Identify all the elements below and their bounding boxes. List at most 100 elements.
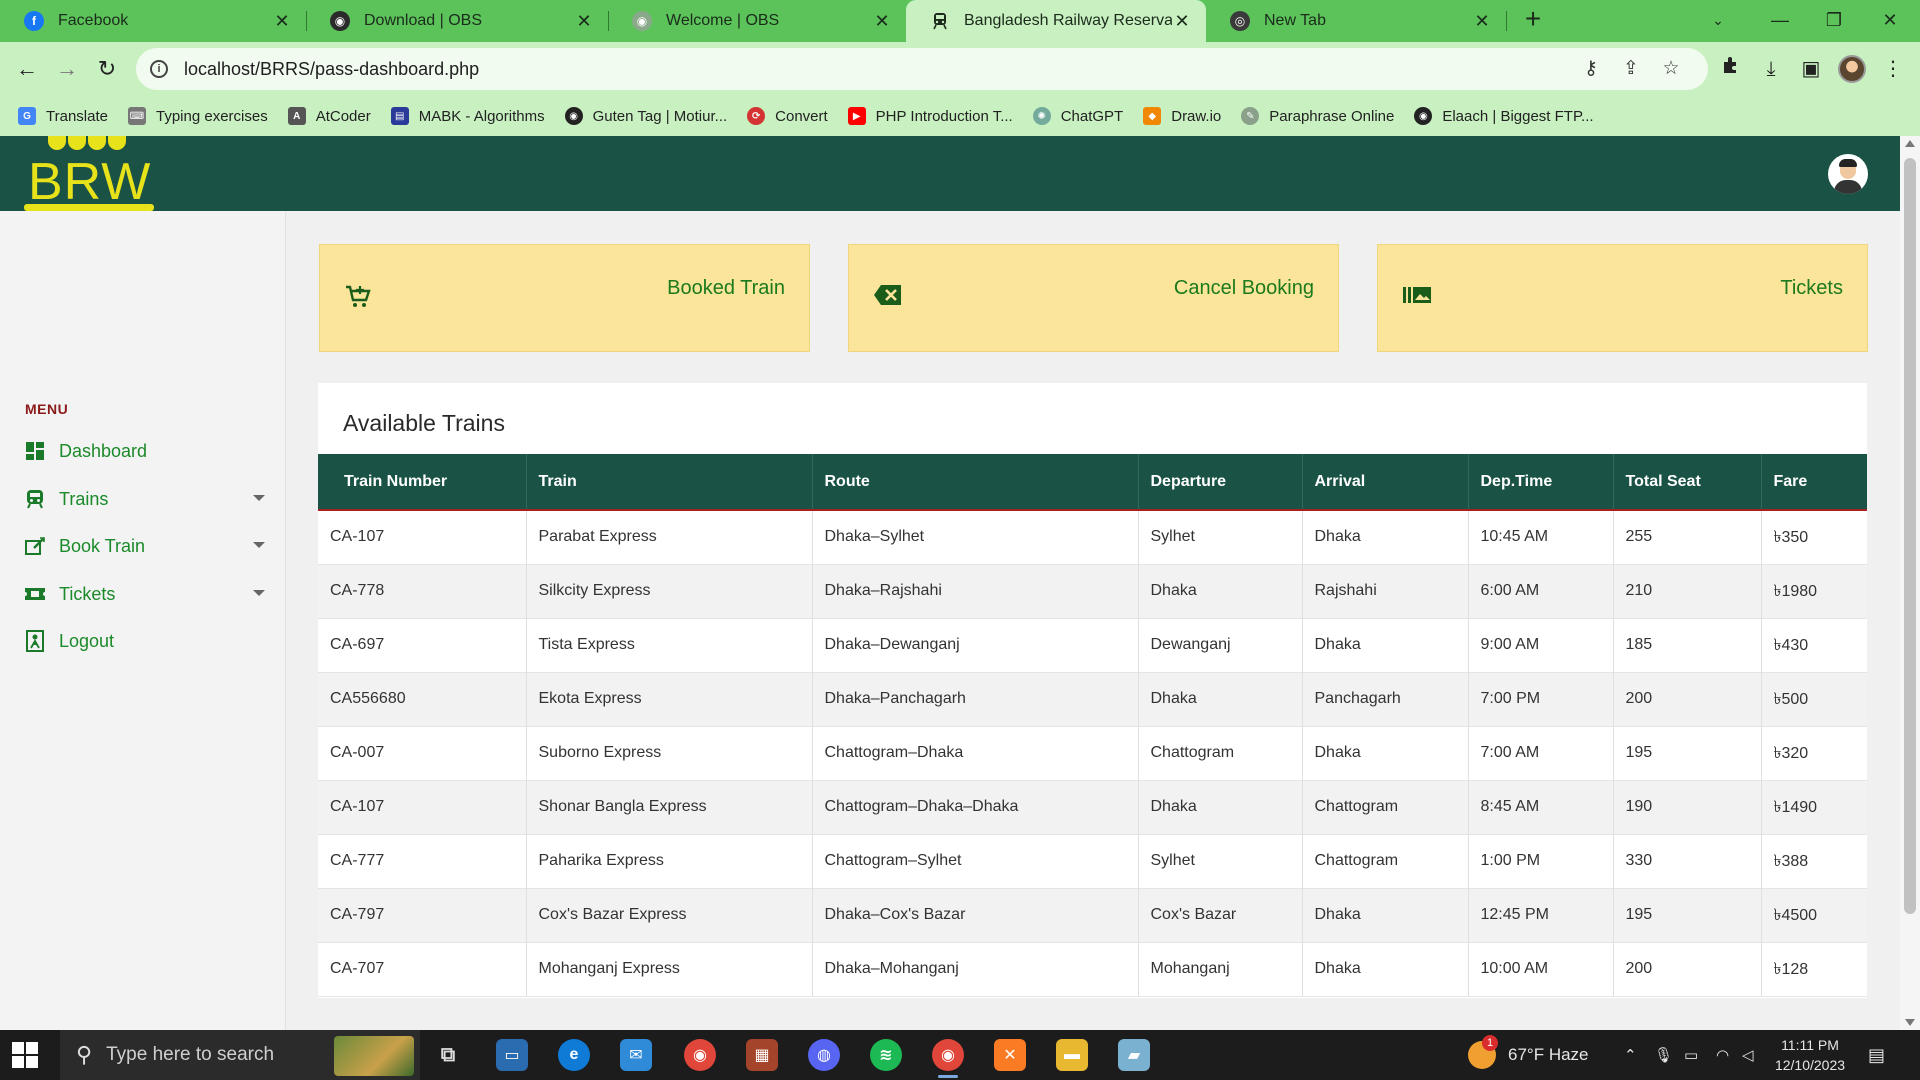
sidebar-item-tickets[interactable]: Tickets bbox=[25, 578, 265, 610]
download-icon[interactable]: ⤓ bbox=[1756, 54, 1786, 84]
atcoder-icon: A bbox=[287, 107, 306, 125]
more-menu-icon[interactable]: ⋮ bbox=[1878, 54, 1908, 84]
weather-icon: 1 bbox=[1468, 1035, 1498, 1069]
new-tab-button[interactable]: + bbox=[1518, 5, 1548, 35]
address-bar[interactable]: i localhost/BRRS/pass-dashboard.php ⚷ ⇪ … bbox=[136, 48, 1708, 90]
site-info-icon[interactable]: i bbox=[150, 60, 168, 78]
logo-bubbles bbox=[48, 136, 128, 152]
tab-download-obs[interactable]: ◉ Download | OBS ✕ bbox=[306, 0, 608, 42]
reload-icon[interactable]: ↻ bbox=[92, 54, 122, 84]
table-cell: 195 bbox=[1612, 888, 1761, 942]
bookmark-convert[interactable]: ⟳ Convert bbox=[747, 107, 828, 125]
battery-icon[interactable]: ▭ bbox=[1684, 1030, 1698, 1080]
close-icon[interactable]: ✕ bbox=[872, 11, 892, 32]
notification-icon[interactable]: ▤ bbox=[1868, 1030, 1885, 1080]
tab-bangladesh-railway[interactable]: Bangladesh Railway Reservation ✕ bbox=[906, 0, 1206, 42]
bookmark-mabk[interactable]: ▤ MABK - Algorithms bbox=[390, 107, 545, 125]
minimize-icon[interactable]: — bbox=[1758, 0, 1802, 40]
sidebar-item-label: Book Train bbox=[59, 535, 146, 556]
page-scrollbar[interactable] bbox=[1900, 136, 1920, 1030]
browser-profile-avatar[interactable] bbox=[1838, 55, 1866, 83]
close-window-icon[interactable]: ✕ bbox=[1868, 0, 1912, 40]
show-hidden-icons-icon[interactable]: ⌃ bbox=[1624, 1030, 1637, 1080]
notes-app-icon[interactable]: ▰ bbox=[1118, 1039, 1150, 1071]
tab-welcome-obs[interactable]: ◉ Welcome | OBS ✕ bbox=[608, 0, 906, 42]
close-icon[interactable]: ✕ bbox=[272, 11, 292, 32]
computer-app-icon[interactable]: ▭ bbox=[496, 1039, 528, 1071]
bookmark-atcoder[interactable]: A AtCoder bbox=[287, 107, 371, 125]
scroll-up-arrow[interactable] bbox=[1905, 140, 1915, 147]
table-cell: Dhaka–Mohanganj bbox=[811, 942, 1138, 996]
close-icon[interactable]: ✕ bbox=[1472, 11, 1492, 32]
share-icon[interactable]: ⇪ bbox=[1616, 54, 1646, 84]
bookmark-label: Elaach | Biggest FTP... bbox=[1442, 107, 1594, 125]
restore-icon[interactable]: ❐ bbox=[1812, 0, 1856, 40]
convert-icon: ⟳ bbox=[747, 107, 766, 125]
bookmark-paraphrase[interactable]: ✎ Paraphrase Online bbox=[1241, 107, 1394, 125]
table-header-row: Train Number Train Route Departure Arriv… bbox=[318, 454, 1867, 510]
star-icon[interactable]: ☆ bbox=[1656, 54, 1686, 84]
url-text[interactable]: localhost/BRRS/pass-dashboard.php bbox=[184, 59, 479, 80]
tab-search-chevron-icon[interactable]: ⌄ bbox=[1696, 0, 1740, 40]
booked-train-card[interactable]: Booked Train bbox=[319, 244, 810, 352]
side-panel-icon[interactable]: ▣ bbox=[1796, 54, 1826, 84]
tickets-card[interactable]: Tickets bbox=[1377, 244, 1868, 352]
wifi-icon[interactable]: ◠ bbox=[1716, 1030, 1729, 1080]
forward-icon[interactable]: → bbox=[52, 54, 82, 84]
table-cell: Chattogram–Dhaka bbox=[811, 726, 1138, 780]
user-avatar[interactable] bbox=[1828, 154, 1868, 194]
bookmark-label: Guten Tag | Motiur... bbox=[592, 107, 728, 125]
chrome-active-icon[interactable]: ◉ bbox=[932, 1039, 964, 1078]
sidebar-item-label: Dashboard bbox=[59, 440, 148, 461]
windows-start-icon[interactable] bbox=[12, 1042, 38, 1068]
key-icon[interactable]: ⚷ bbox=[1576, 54, 1606, 84]
volume-icon[interactable]: ◁ bbox=[1742, 1030, 1754, 1080]
back-icon[interactable]: ← bbox=[12, 54, 42, 84]
close-icon[interactable]: ✕ bbox=[1172, 11, 1192, 32]
clock-date: 12/10/2023 bbox=[1774, 1057, 1846, 1073]
sidebar-item-dashboard[interactable]: Dashboard bbox=[25, 435, 265, 467]
table-cell: 9:00 AM bbox=[1467, 618, 1613, 672]
tab-facebook[interactable]: f Facebook ✕ bbox=[0, 0, 306, 42]
taskbar-search[interactable]: ⚲ Type here to search bbox=[60, 1030, 420, 1080]
tickets-icon bbox=[1402, 283, 1432, 313]
office-app-icon[interactable]: ▦ bbox=[746, 1039, 778, 1071]
file-explorer-icon[interactable]: ▬ bbox=[1056, 1039, 1088, 1071]
sidebar-item-trains[interactable]: Trains bbox=[25, 483, 265, 515]
tab-new-tab[interactable]: ◎ New Tab ✕ bbox=[1206, 0, 1506, 42]
bookmark-drawio[interactable]: ◆ Draw.io bbox=[1143, 107, 1221, 125]
close-icon[interactable]: ✕ bbox=[574, 11, 594, 32]
table-cell: 190 bbox=[1612, 780, 1761, 834]
sidebar-item-logout[interactable]: Logout bbox=[25, 625, 265, 657]
xampp-icon[interactable]: ✕ bbox=[994, 1039, 1026, 1071]
bookmark-chatgpt[interactable]: ✺ ChatGPT bbox=[1032, 107, 1123, 125]
sidebar-item-book-train[interactable]: Book Train bbox=[25, 530, 265, 562]
bookmark-label: MABK - Algorithms bbox=[418, 107, 545, 125]
bookmark-php-intro[interactable]: ▶ PHP Introduction T... bbox=[847, 107, 1013, 125]
microphone-icon[interactable]: 🎙 bbox=[1654, 1030, 1673, 1080]
bookmark-translate[interactable]: G Translate bbox=[18, 107, 108, 125]
scroll-down-arrow[interactable] bbox=[1905, 1019, 1915, 1026]
cancel-booking-card[interactable]: Cancel Booking bbox=[848, 244, 1339, 352]
chevron-down-icon[interactable] bbox=[253, 495, 265, 501]
bookmark-guten-tag[interactable]: ◉ Guten Tag | Motiur... bbox=[564, 107, 728, 125]
weather-widget[interactable]: 1 67°F Haze bbox=[1468, 1030, 1589, 1080]
taskbar-clock[interactable]: 11:11 PM 12/10/2023 bbox=[1760, 1035, 1860, 1075]
table-cell: 185 bbox=[1612, 618, 1761, 672]
site-logo[interactable]: BRW bbox=[24, 136, 154, 211]
chevron-down-icon[interactable] bbox=[253, 590, 265, 596]
extensions-icon[interactable] bbox=[1716, 54, 1746, 84]
table-cell: Dewanganj bbox=[1137, 618, 1302, 672]
chevron-down-icon[interactable] bbox=[253, 542, 265, 548]
spotify-icon[interactable]: ≋ bbox=[870, 1039, 902, 1071]
table-cell: Dhaka–Sylhet bbox=[811, 510, 1138, 564]
discord-icon[interactable]: ◍ bbox=[808, 1039, 840, 1071]
edge-icon[interactable]: e bbox=[558, 1039, 590, 1071]
bookmark-typing-exercises[interactable]: ⌨ Typing exercises bbox=[127, 107, 268, 125]
bookmark-elaach[interactable]: ◉ Elaach | Biggest FTP... bbox=[1414, 107, 1594, 125]
task-view-icon[interactable]: ⧉ bbox=[432, 1039, 464, 1071]
bookmark-label: Translate bbox=[46, 107, 108, 125]
scrollbar-thumb[interactable] bbox=[1904, 158, 1916, 914]
mail-icon[interactable]: ✉ bbox=[620, 1039, 652, 1071]
chrome-icon[interactable]: ◉ bbox=[684, 1039, 716, 1071]
